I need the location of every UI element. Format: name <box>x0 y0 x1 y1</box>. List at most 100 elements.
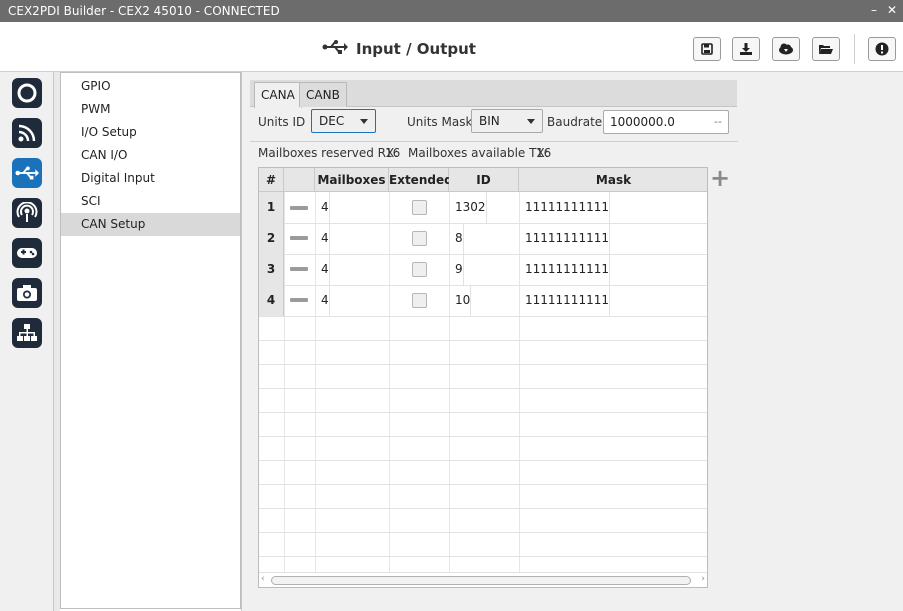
close-button[interactable]: ✕ <box>887 3 897 17</box>
iconbar-telemetry[interactable] <box>12 118 42 148</box>
iconbar-input-output[interactable] <box>12 158 42 188</box>
sitemap-icon <box>17 324 37 341</box>
menu-item-can-io[interactable]: CAN I/O <box>61 144 240 167</box>
extended-checkbox[interactable] <box>412 293 427 308</box>
cell-id[interactable]: 8 <box>449 223 464 254</box>
page-title: Input / Output <box>356 40 476 58</box>
col-header-mailboxes[interactable]: Mailboxes <box>315 168 389 192</box>
chevron-down-icon <box>527 119 535 124</box>
download-button[interactable] <box>732 37 760 61</box>
baudrate-label: Baudrate <box>547 115 603 129</box>
units-mask-select[interactable]: BIN <box>471 109 543 133</box>
row-number[interactable]: 1 <box>259 192 284 223</box>
col-header-number[interactable]: # <box>259 168 284 192</box>
extended-checkbox[interactable] <box>412 262 427 277</box>
window-titlebar: CEX2PDI Builder - CEX2 45010 - CONNECTED… <box>0 0 903 22</box>
row-divider <box>259 532 707 533</box>
content-panel: CANA CANB Units ID DEC Units Mask BIN Ba… <box>241 72 903 611</box>
cell-mask[interactable]: 11111111111 <box>519 192 610 223</box>
scroll-left-icon[interactable]: ‹ <box>261 574 265 584</box>
folder-open-icon <box>819 45 833 54</box>
rx-value: 16 <box>385 146 401 160</box>
power-ring-icon <box>17 83 37 103</box>
cell-mailboxes[interactable]: 4 <box>315 223 330 254</box>
module-iconbar <box>0 72 54 611</box>
usb-icon <box>15 166 39 180</box>
col-header-mask[interactable]: Mask <box>519 168 707 192</box>
baudrate-value: 1000000.0 <box>610 115 675 129</box>
chevron-down-icon <box>360 119 368 124</box>
menu-item-gpio[interactable]: GPIO <box>61 75 240 98</box>
rx-label: Mailboxes reserved RX: <box>258 146 399 160</box>
info-icon <box>875 42 889 56</box>
row-divider <box>259 340 707 341</box>
save-button[interactable] <box>693 37 721 61</box>
iconbar-network[interactable] <box>12 318 42 348</box>
cell-id[interactable]: 9 <box>449 254 464 285</box>
drag-handle-icon[interactable] <box>290 298 308 302</box>
horizontal-scrollbar[interactable]: ‹ › <box>259 572 707 587</box>
row-number[interactable]: 3 <box>259 254 284 285</box>
iconbar-joystick[interactable] <box>12 238 42 268</box>
tab-bar: CANA CANB <box>250 80 737 108</box>
cell-mailboxes[interactable]: 4 <box>315 192 330 223</box>
extended-checkbox[interactable] <box>412 231 427 246</box>
col-header-id[interactable]: ID <box>449 168 519 192</box>
iconbar-broadcast[interactable] <box>12 198 42 228</box>
drag-handle-icon[interactable] <box>290 267 308 271</box>
rss-feed-icon <box>18 124 36 142</box>
menu-item-digital-input[interactable]: Digital Input <box>61 167 240 190</box>
grid-line <box>389 192 390 572</box>
col-header-extended[interactable]: Extended <box>389 168 453 192</box>
header-separator <box>854 34 855 64</box>
save-icon <box>701 43 713 55</box>
scroll-right-icon[interactable]: › <box>701 574 705 584</box>
cloud-download-icon <box>779 43 793 55</box>
units-mask-label: Units Mask <box>407 115 473 129</box>
minimize-button[interactable]: – <box>871 3 877 17</box>
row-divider <box>259 436 707 437</box>
menu-item-sci[interactable]: SCI <box>61 190 240 213</box>
cell-mask[interactable]: 11111111111 <box>519 285 610 316</box>
drag-handle-icon[interactable] <box>290 206 308 210</box>
menu-item-io-setup[interactable]: I/O Setup <box>61 121 240 144</box>
tab-cana[interactable]: CANA <box>254 82 302 108</box>
usb-icon <box>322 39 348 59</box>
download-icon <box>740 43 752 55</box>
add-row-icon[interactable]: + <box>710 166 730 190</box>
row-divider <box>259 364 707 365</box>
grid-line <box>284 192 285 572</box>
divider <box>250 141 738 142</box>
menu-item-can-setup[interactable]: CAN Setup <box>61 213 240 236</box>
row-number[interactable]: 4 <box>259 285 284 316</box>
tab-canb[interactable]: CANB <box>299 82 347 107</box>
extended-checkbox[interactable] <box>412 200 427 215</box>
menu-item-pwm[interactable]: PWM <box>61 98 240 121</box>
baudrate-field[interactable]: 1000000.0 -- <box>603 110 729 134</box>
cell-mailboxes[interactable]: 4 <box>315 285 330 316</box>
row-number[interactable]: 2 <box>259 223 284 254</box>
row-divider <box>259 460 707 461</box>
cell-id[interactable]: 10 <box>449 285 472 316</box>
gamepad-icon <box>17 248 37 258</box>
tx-label: Mailboxes available TX: <box>408 146 549 160</box>
units-id-select[interactable]: DEC <box>311 109 376 133</box>
row-divider <box>259 412 707 413</box>
cell-mask[interactable]: 11111111111 <box>519 254 610 285</box>
window-title: CEX2PDI Builder - CEX2 45010 - CONNECTED <box>8 4 280 18</box>
drag-handle-icon[interactable] <box>290 236 308 240</box>
cell-id[interactable]: 1302 <box>449 192 487 223</box>
cloud-download-button[interactable] <box>772 37 800 61</box>
cell-mask[interactable]: 11111111111 <box>519 223 610 254</box>
iconbar-power[interactable] <box>12 78 42 108</box>
cell-mailboxes[interactable]: 4 <box>315 254 330 285</box>
scrollbar-thumb[interactable] <box>271 576 691 585</box>
units-id-value: DEC <box>319 114 345 128</box>
info-button[interactable] <box>868 37 896 61</box>
open-folder-button[interactable] <box>812 37 840 61</box>
iconbar-camera[interactable] <box>12 278 42 308</box>
page-header: Input / Output <box>0 22 903 72</box>
submenu: GPIO PWM I/O Setup CAN I/O Digital Input… <box>60 72 241 609</box>
row-divider <box>259 508 707 509</box>
col-header-handle[interactable] <box>284 168 315 192</box>
